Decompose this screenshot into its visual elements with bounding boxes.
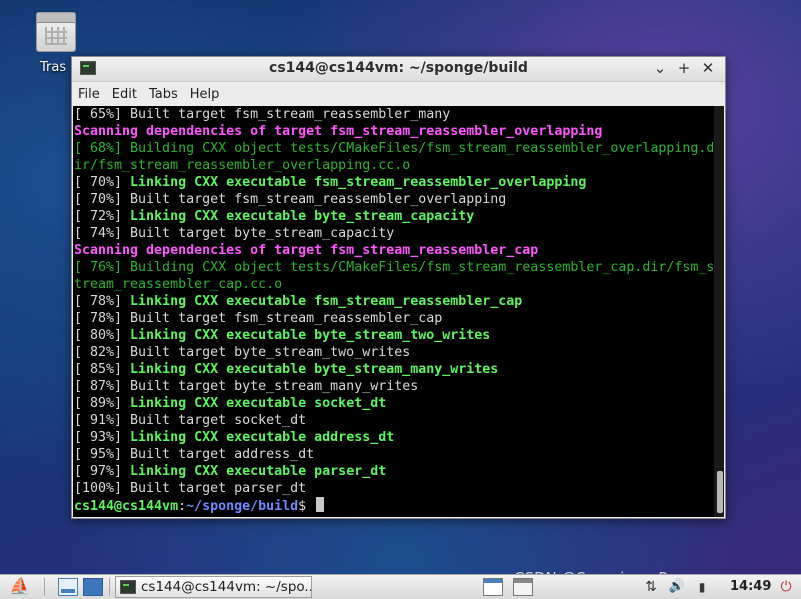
prompt-symbol: $ [298,499,315,514]
line-progress: [ 93%] [74,430,131,445]
terminal-line: [ 89%] Linking CXX executable socket_dt [74,395,712,412]
window-title: cs144@cs144vm: ~/sponge/build [269,60,528,76]
line-text: Linking CXX executable parser_dt [130,464,387,479]
show-desktop-icon[interactable] [58,578,78,596]
terminal-line: [ 85%] Linking CXX executable byte_strea… [74,361,712,378]
taskbar-task-label: cs144@cs144vm: ~/spo... [141,579,311,595]
workspace-switcher-icon[interactable] [83,578,103,596]
line-text: Scanning dependencies of target fsm_stre… [74,124,603,139]
line-text: [ 76%] Building CXX object tests/CMakeFi… [74,260,715,275]
terminal-line: [ 97%] Linking CXX executable parser_dt [74,463,712,480]
line-text: ir/fsm_stream_reassembler_overlapping.cc… [74,158,411,173]
prompt-separator: : [178,499,187,514]
line-progress: [ 97%] [74,464,131,479]
line-text: [ 68%] Building CXX object tests/CMakeFi… [74,141,715,156]
window-list-icon[interactable] [483,578,503,596]
terminal-line: tream_reassembler_cap.cc.o [74,276,712,293]
start-menu-button[interactable]: ⛵ [6,577,34,597]
minimize-button[interactable]: ⌄ [649,59,671,77]
terminal-line: [ 80%] Linking CXX executable byte_strea… [74,327,712,344]
line-text: [ 87%] Built target byte_stream_many_wri… [74,379,419,394]
terminal-line: [ 70%] Built target fsm_stream_reassembl… [74,191,712,208]
terminal-window: cs144@cs144vm: ~/sponge/build ⌄ + ✕ File… [71,56,726,519]
line-progress: [ 85%] [74,362,131,377]
terminal-line: [ 78%] Linking CXX executable fsm_stream… [74,293,712,310]
prompt-path: ~/sponge/build [186,499,299,514]
terminal-line: [ 87%] Built target byte_stream_many_wri… [74,378,712,395]
terminal-line: [ 93%] Linking CXX executable address_dt [74,429,712,446]
volume-icon[interactable]: 🔊 [668,578,686,596]
line-progress: [ 78%] [74,294,131,309]
line-text: [ 91%] Built target socket_dt [74,413,307,428]
terminal-line: [ 78%] Built target fsm_stream_reassembl… [74,310,712,327]
line-text: tream_reassembler_cap.cc.o [74,277,283,292]
maximize-button[interactable]: + [673,59,695,77]
line-text: Linking CXX executable fsm_stream_reasse… [130,294,523,309]
line-text: [ 70%] Built target fsm_stream_reassembl… [74,192,507,207]
line-text: [ 74%] Built target byte_stream_capacity [74,226,395,241]
window-list-icon-2[interactable] [513,578,533,596]
terminal-line: [ 70%] Linking CXX executable fsm_stream… [74,174,712,191]
terminal-area[interactable]: [ 65%] Built target fsm_stream_reassembl… [73,106,724,517]
taskbar-clock[interactable]: 14:49 [730,579,771,594]
line-text: Linking CXX executable address_dt [130,430,395,445]
line-text: [100%] Built target parser_dt [74,481,307,496]
line-progress: [ 70%] [74,175,131,190]
network-icon[interactable]: ⇅ [641,578,661,596]
line-progress: [ 89%] [74,396,131,411]
line-text: [ 65%] Built target fsm_stream_reassembl… [74,107,451,122]
terminal-line: [ 74%] Built target byte_stream_capacity [74,225,712,242]
taskbar-separator [44,578,45,596]
terminal-line: [ 95%] Built target address_dt [74,446,712,463]
terminal-line: [ 68%] Building CXX object tests/CMakeFi… [74,140,715,157]
terminal-output: [ 65%] Built target fsm_stream_reassembl… [74,106,715,517]
power-icon[interactable]: ⏻ [777,578,795,596]
battery-icon[interactable]: ▮ [694,578,710,596]
terminal-line: Scanning dependencies of target fsm_stre… [74,242,712,259]
trash-icon [36,12,76,52]
line-text: [ 78%] Built target fsm_stream_reassembl… [74,311,443,326]
taskbar-separator [109,578,110,596]
line-text: [ 95%] Built target address_dt [74,447,315,462]
terminal-cursor [316,497,325,512]
line-text: Linking CXX executable byte_stream_many_… [130,362,499,377]
terminal-scrollbar[interactable] [714,106,724,517]
menu-file[interactable]: File [78,84,107,104]
line-text: Linking CXX executable byte_stream_two_w… [130,328,491,343]
line-text: Scanning dependencies of target fsm_stre… [74,243,539,258]
terminal-line: [ 82%] Built target byte_stream_two_writ… [74,344,712,361]
terminal-line: Scanning dependencies of target fsm_stre… [74,123,712,140]
terminal-line: [100%] Built target parser_dt [74,480,712,497]
terminal-line: [ 72%] Linking CXX executable byte_strea… [74,208,712,225]
menubar: File Edit Tabs Help [72,82,725,106]
line-text: Linking CXX executable fsm_stream_reasse… [130,175,587,190]
window-titlebar[interactable]: cs144@cs144vm: ~/sponge/build ⌄ + ✕ [72,57,725,82]
menu-edit[interactable]: Edit [112,84,144,104]
line-progress: [ 72%] [74,209,131,224]
taskbar: ⛵ cs144@cs144vm: ~/spo... ⇅ 🔊 ▮ 14:49 ⏻ [0,574,801,599]
menu-tabs[interactable]: Tabs [149,84,185,104]
terminal-line: [ 76%] Building CXX object tests/CMakeFi… [74,259,715,276]
prompt-user: cs144@cs144vm [74,499,179,514]
terminal-app-icon [120,580,136,594]
terminal-prompt[interactable]: cs144@cs144vm:~/sponge/build$ [74,497,712,514]
line-text: Linking CXX executable socket_dt [130,396,387,411]
taskbar-terminal-button[interactable]: cs144@cs144vm: ~/spo... [115,576,312,598]
line-progress: [ 80%] [74,328,131,343]
menu-help[interactable]: Help [190,84,227,104]
scrollbar-thumb[interactable] [717,471,723,513]
terminal-line: [ 65%] Built target fsm_stream_reassembl… [74,106,712,123]
close-button[interactable]: ✕ [697,59,719,77]
line-text: Linking CXX executable byte_stream_capac… [130,209,475,224]
terminal-line: ir/fsm_stream_reassembler_overlapping.cc… [74,157,712,174]
line-text: [ 82%] Built target byte_stream_two_writ… [74,345,411,360]
terminal-line: [ 91%] Built target socket_dt [74,412,712,429]
